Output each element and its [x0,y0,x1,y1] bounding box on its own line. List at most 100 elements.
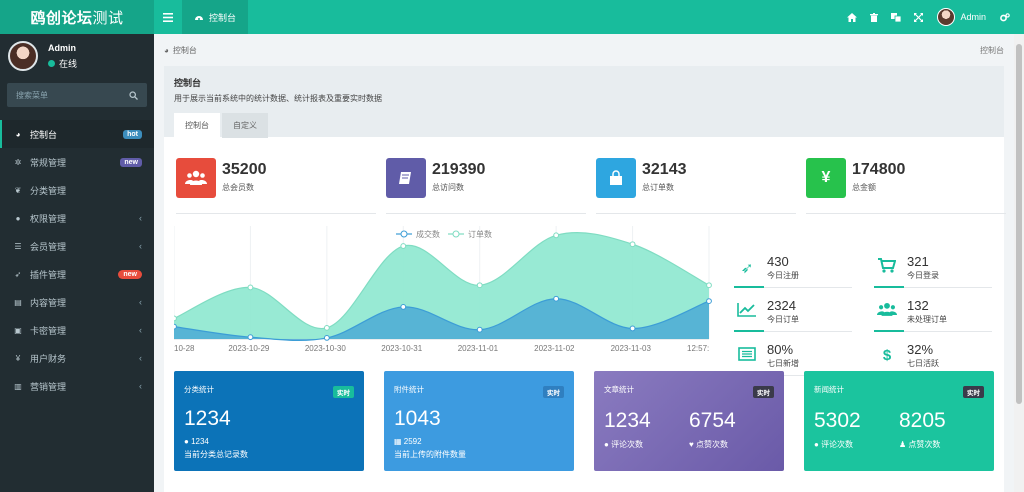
translate-icon[interactable] [885,0,907,34]
x-tick-label: 2023-10-30 [305,344,346,353]
image-icon: ▣ [14,325,22,335]
sidebar-item-category[interactable]: ❦ 分类管理 [0,176,154,204]
trend-chart: 10-28 2023-10-29 2023-10-30 2023-10-31 2023-… [174,226,719,361]
trash-icon[interactable] [863,0,885,34]
card-subvalue: ● 1234 [184,437,354,446]
mini-stat-label: 今日订单 [767,315,799,324]
stat-visits: 219390 总访问数 [386,158,586,214]
cart-icon [874,258,900,277]
sidebar-item-marketing[interactable]: ▥ 营销管理 ‹ [0,372,154,400]
search-input[interactable] [16,90,116,100]
sidebar-item-label: 控制台 [30,129,58,140]
legend-label: 成交数 [416,229,440,239]
panel-tabs: 控制台 自定义 [174,113,994,138]
x-tick-label: 2023-11-03 [611,344,652,353]
sidebar-item-content[interactable]: ▤ 内容管理 ‹ [0,288,154,316]
tab-dashboard[interactable]: 控制台 [174,113,220,138]
gears-icon[interactable] [994,0,1016,34]
mini-stat-unprocessed: 132 未处理订单 [874,292,992,332]
files-icon: ▦ [394,437,404,446]
sidebar-item-label: 插件管理 [30,269,67,280]
legend-marker [452,230,460,238]
sidebar-item-cards[interactable]: ▣ 卡密管理 ‹ [0,316,154,344]
avatar [937,8,956,26]
chevron-left-icon: ‹ [139,241,142,251]
data-point [323,324,330,331]
card-title: 文章统计 [604,385,634,394]
chevron-left-icon: ‹ [139,297,142,307]
card-label: ● 评论次数 [604,439,689,450]
data-point [476,282,483,289]
users-icon [874,302,900,321]
brand-name: 鸥创论坛 [30,9,93,27]
data-point [629,241,636,248]
list-icon: ☰ [14,241,22,251]
top-header: 鸥创论坛 测试 控制台 Admin [0,0,1024,34]
user-panel: Admin 在线 [0,34,154,78]
leaf-icon: ❦ [14,185,22,195]
comment-icon: ● [184,437,192,446]
user-menu[interactable]: Admin [929,8,994,26]
card-values: 1234 ● 评论次数 6754 ♥ 点赞次数 [604,409,774,450]
card-note: 当前分类总记录数 [184,450,248,459]
panel-header: 控制台 用于展示当前系统中的统计数据、统计报表及重要实时数据 控制台 自定义 [164,66,1004,138]
sidebar-item-label: 常规管理 [30,157,67,168]
sidebar-toggle-button[interactable] [154,0,182,34]
heart-icon: ♥ [689,440,696,449]
sidebar-item-finance[interactable]: ¥ 用户财务 ‹ [0,344,154,372]
sidebar-item-label: 卡密管理 [30,325,67,336]
mini-stat-value: 321 [907,254,929,269]
brand-logo[interactable]: 鸥创论坛 测试 [0,0,154,34]
breadcrumb-label[interactable]: 控制台 [173,45,197,56]
card-subvalue-text: 1234 [191,437,209,446]
home-icon[interactable] [841,0,863,34]
main-content: ◕ 控制台 控制台 控制台 用于展示当前系统中的统计数据、统计报表及重要实时数据… [154,34,1014,492]
mini-stat-label: 七日活跃 [907,359,939,368]
tab-dashboard[interactable]: 控制台 [182,0,249,34]
mini-stat-value: 430 [767,254,789,269]
stat-members: 35200 总会员数 [176,158,376,214]
sidebar-item-dashboard[interactable]: ◕ 控制台 hot [0,120,154,148]
data-point [706,282,712,289]
tab-dashboard-label: 控制台 [209,12,237,23]
dollar-icon: $ [882,347,892,364]
mini-stat-value: 32% [907,342,934,357]
mini-stat-register: ➶ 430 今日注册 [734,248,852,288]
mini-stat-value: 80% [767,342,794,357]
card-value: 1234 [184,407,231,430]
card-subvalue: ▦ 2592 [394,437,564,446]
card-title: 分类统计 [184,385,214,394]
fullscreen-icon[interactable] [907,0,929,34]
breadcrumb: ◕ 控制台 [164,45,197,56]
mini-stat-label: 未处理订单 [907,315,947,324]
mini-stat-weekly-active: $ 32% 七日活跃 [874,336,992,376]
sidebar-item-general[interactable]: ✲ 常规管理 new [0,148,154,176]
mini-stat-label: 今日注册 [767,271,799,280]
sidebar-item-label: 营销管理 [30,381,67,392]
x-tick-label: 2023-10-29 [228,344,269,353]
dashboard-icon: ◕ [164,46,169,55]
yen-icon: ¥ [15,353,21,363]
brand-suffix: 测试 [92,9,124,27]
data-point [476,326,483,333]
chevron-left-icon: ‹ [139,381,142,391]
user-icon: ♟ [899,440,909,449]
mini-stat-label: 今日登录 [907,271,939,280]
data-point [400,304,407,310]
page-scrollbar[interactable] [1014,34,1024,492]
page-title: 控制台 [174,78,202,88]
card-category-stats: 分类统计 实时 1234 ● 1234 当前分类总记录数 [174,371,364,471]
header-actions: Admin [841,0,1024,34]
sidebar-item-auth[interactable]: ● 权限管理 ‹ [0,204,154,232]
hot-badge: hot [123,129,142,139]
sidebar-item-label: 内容管理 [30,297,67,308]
realtime-badge: 实时 [333,386,354,398]
search-icon[interactable] [129,90,138,100]
tab-custom[interactable]: 自定义 [222,113,268,138]
data-point [247,284,254,291]
sidebar-item-plugins[interactable]: ➶ 插件管理 new [0,260,154,288]
scrollbar-thumb[interactable] [1016,44,1022,404]
card-article-stats: 文章统计 实时 1234 ● 评论次数 6754 ♥ 点赞次数 [594,371,784,471]
rocket-icon: ➶ [740,259,754,277]
sidebar-item-members[interactable]: ☰ 会员管理 ‹ [0,232,154,260]
